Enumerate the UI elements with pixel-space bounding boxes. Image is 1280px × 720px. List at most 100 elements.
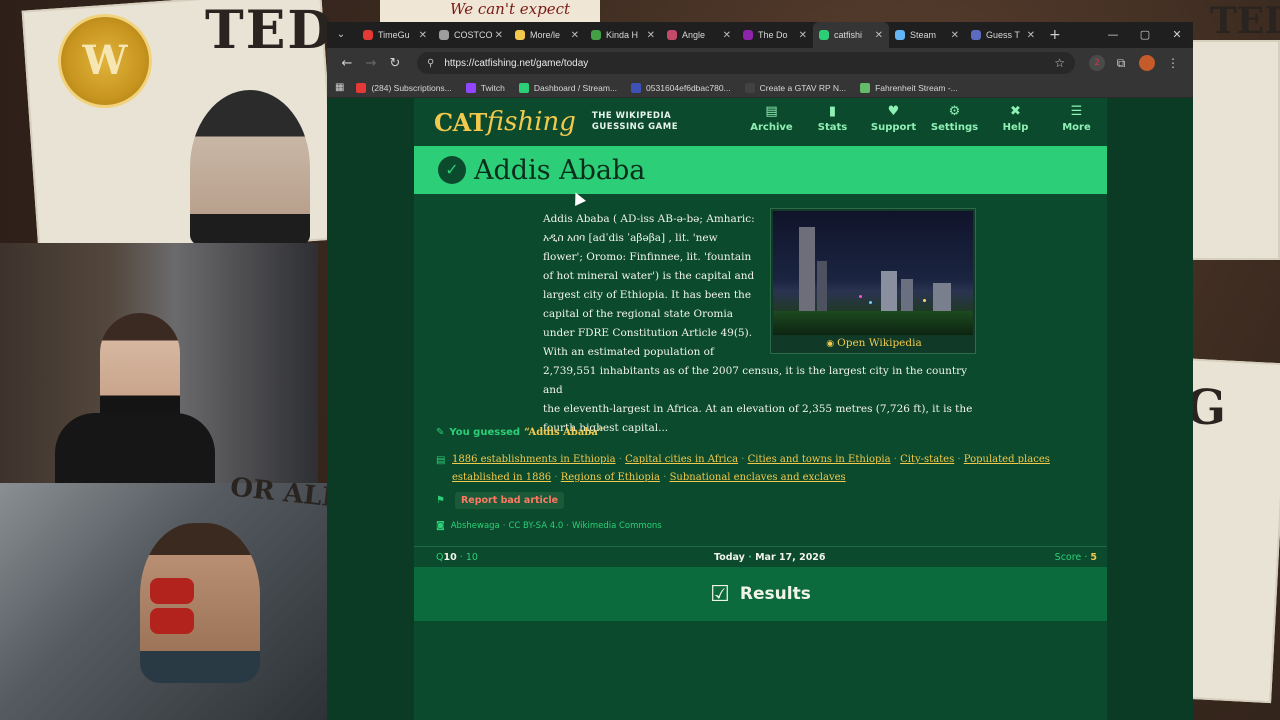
tab-close-icon[interactable]: ✕ <box>419 30 427 41</box>
archive-icon: ▤ <box>765 104 778 119</box>
browser-tab[interactable]: Guess T ✕ <box>965 22 1041 48</box>
apps-grid-icon[interactable]: ▦ <box>335 82 344 93</box>
browser-tab[interactable]: COSTCO ✕ <box>433 22 509 48</box>
browser-tab[interactable]: Kinda H ✕ <box>585 22 661 48</box>
tab-favicon-icon <box>515 30 525 40</box>
category-link[interactable]: Subnational enclaves and exclaves <box>670 472 846 483</box>
tab-favicon-icon <box>591 30 601 40</box>
bookmark-list: (284) Subscriptions... Twitch Dashboard / … <box>356 82 971 93</box>
tab-favicon-icon <box>667 30 677 40</box>
nav-archive[interactable]: ▤ Archive <box>741 98 802 142</box>
article-text-narrow: Addis Ababa ( AD-iss AB-ə-bə; Amharic: አዲ… <box>543 210 759 362</box>
tab-search-icon[interactable]: ⌄ <box>333 27 349 43</box>
category-link[interactable]: 1886 establishments in Ethiopia <box>452 454 616 465</box>
poster-text-top-right: TED <box>1210 0 1280 42</box>
browser-tab[interactable]: More/le ✕ <box>509 22 585 48</box>
tab-close-icon[interactable]: ✕ <box>799 30 807 41</box>
tab-close-icon[interactable]: ✕ <box>723 30 731 41</box>
bookmark-favicon-icon <box>631 82 642 93</box>
bookmark-item[interactable]: Fahrenheit Stream -... <box>860 82 958 93</box>
city-skyline-image[interactable] <box>773 211 973 335</box>
article-image-card: ◉ Open Wikipedia <box>770 208 976 354</box>
tab-label: More/le <box>530 30 561 40</box>
camera-icon: ◙ <box>436 521 445 531</box>
browser-tab[interactable]: TimeGu ✕ <box>357 22 433 48</box>
article-line: 2,739,551 inhabitants as of the 2007 cen… <box>543 365 968 396</box>
tab-close-icon[interactable]: ✕ <box>1027 30 1035 41</box>
bookmark-favicon-icon <box>356 82 367 93</box>
catfishing-logo[interactable]: CAT fishing THE WIKIPEDIA GUESSING GAME <box>434 107 678 137</box>
bookmark-item[interactable]: (284) Subscriptions... <box>356 82 452 93</box>
bookmark-favicon-icon <box>518 82 529 93</box>
credit-license[interactable]: CC BY-SA 4.0 <box>508 521 563 531</box>
nav-stats[interactable]: ▮ Stats <box>802 98 863 142</box>
bookmark-label: Dashboard / Stream... <box>533 82 618 93</box>
category-link[interactable]: City-states <box>900 454 954 465</box>
site-nav: ▤ Archive ▮ Stats ♥ Support ⚙ Settings ✖ Help ☰ Mor… <box>741 98 1107 142</box>
nav-label: More <box>1062 122 1091 133</box>
poster-text-top: TED <box>205 0 335 61</box>
maximize-icon[interactable]: ▢ <box>1129 22 1161 48</box>
profile-avatar[interactable] <box>1139 55 1155 71</box>
results-button[interactable]: ☑ Results <box>414 567 1107 621</box>
category-list: ▤ 1886 establishments in Ethiopia · Capi… <box>436 451 1086 487</box>
tab-favicon-icon <box>819 30 829 40</box>
bookmark-label: (284) Subscriptions... <box>371 82 452 93</box>
tab-close-icon[interactable]: ✕ <box>951 30 959 41</box>
report-bad-article-button[interactable]: Report bad article <box>454 492 565 509</box>
nav-support[interactable]: ♥ Support <box>863 98 924 142</box>
category-link[interactable]: Capital cities in Africa <box>625 454 738 465</box>
nav-more[interactable]: ☰ More <box>1046 98 1107 142</box>
nav-help[interactable]: ✖ Help <box>985 98 1046 142</box>
new-tab-icon[interactable]: + <box>1049 27 1061 43</box>
category-separator: · <box>893 454 897 465</box>
category-link[interactable]: Cities and towns in Ethiopia <box>748 454 891 465</box>
browser-menu-icon[interactable]: ⋮ <box>1161 56 1185 70</box>
tab-favicon-icon <box>439 30 449 40</box>
browser-tab[interactable]: The Do ✕ <box>737 22 813 48</box>
site-info-icon[interactable]: ⚲ <box>427 58 434 69</box>
bookmark-item[interactable]: Twitch <box>465 82 505 93</box>
tab-list: TimeGu ✕ COSTCO ✕ More/le ✕ Kinda H ✕ Angle ✕ The … <box>357 22 1041 48</box>
extensions-puzzle-icon[interactable]: ⧉ <box>1109 56 1133 71</box>
report-row: ⚑ Report bad article <box>436 492 565 509</box>
tab-close-icon[interactable]: ✕ <box>571 30 579 41</box>
page-viewport: CAT fishing THE WIKIPEDIA GUESSING GAME … <box>327 98 1193 720</box>
bookmark-star-icon[interactable]: ☆ <box>1054 56 1065 70</box>
correct-check-icon: ✓ <box>438 156 466 184</box>
browser-tab[interactable]: Steam ✕ <box>889 22 965 48</box>
bookmark-label: Fahrenheit Stream -... <box>875 82 958 93</box>
nav-settings[interactable]: ⚙ Settings <box>924 98 985 142</box>
open-wikipedia-link[interactable]: ◉ Open Wikipedia <box>771 337 977 349</box>
close-window-icon[interactable]: ✕ <box>1161 22 1193 48</box>
article-line: capital of the regional state Oromia <box>543 308 733 320</box>
wikipedia-icon: ◉ <box>826 339 835 349</box>
category-separator: · <box>741 454 745 465</box>
back-icon[interactable]: ← <box>335 56 359 71</box>
bookmark-item[interactable]: Dashboard / Stream... <box>518 82 618 93</box>
article-line: fourth highest capital... <box>543 422 669 434</box>
browser-tab[interactable]: catfishi ✕ <box>813 22 889 48</box>
menu-icon: ☰ <box>1070 104 1083 119</box>
tab-close-icon[interactable]: ✕ <box>495 30 503 41</box>
category-link[interactable]: Regions of Ethiopia <box>561 472 660 483</box>
nav-label: Support <box>870 122 917 133</box>
forward-icon[interactable]: → <box>359 56 383 71</box>
game-date: Today · Mar 17, 2026 <box>714 551 826 563</box>
credit-author[interactable]: Abshewaga <box>451 521 500 531</box>
minimize-icon[interactable]: — <box>1097 22 1129 48</box>
tab-close-icon[interactable]: ✕ <box>875 30 883 41</box>
url-text[interactable]: https://catfishing.net/game/today <box>444 58 1054 69</box>
image-credit: ◙ Abshewaga · CC BY-SA 4.0 · Wikimedia C… <box>436 521 662 531</box>
browser-tab[interactable]: Angle ✕ <box>661 22 737 48</box>
credit-source[interactable]: Wikimedia Commons <box>572 521 662 531</box>
address-bar[interactable]: ⚲ https://catfishing.net/game/today ☆ <box>417 52 1075 74</box>
tab-close-icon[interactable]: ✕ <box>647 30 655 41</box>
catfishing-site: CAT fishing THE WIKIPEDIA GUESSING GAME … <box>414 98 1107 720</box>
bookmark-item[interactable]: 0531604ef6dbac780... <box>631 82 731 93</box>
reload-icon[interactable]: ↻ <box>383 56 407 71</box>
pencil-icon: ✎ <box>436 427 445 438</box>
bookmark-item[interactable]: Create a GTAV RP N... <box>744 82 846 93</box>
category-separator: · <box>663 472 667 483</box>
extension-badge-icon[interactable]: 2 <box>1089 55 1105 71</box>
